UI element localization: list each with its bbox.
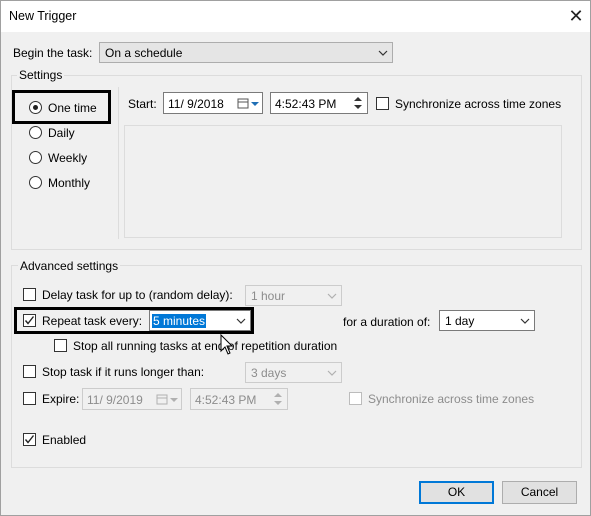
expire-time-value: 4:52:43 PM <box>195 393 257 407</box>
close-icon[interactable]: ✕ <box>567 7 585 25</box>
chevron-down-icon <box>327 293 337 299</box>
radio-daily[interactable] <box>29 126 42 139</box>
recurrence-details-panel <box>124 125 562 238</box>
expire-label: Expire: <box>42 392 80 406</box>
cancel-button[interactable]: Cancel <box>502 481 577 504</box>
delay-task-checkbox[interactable] <box>23 288 36 301</box>
duration-dropdown[interactable]: 1 day <box>439 310 535 331</box>
delay-task-label: Delay task for up to (random delay): <box>42 288 233 302</box>
sync-time-zones-label: Synchronize across time zones <box>395 97 562 111</box>
stop-if-longer-value: 3 days <box>251 366 287 380</box>
enabled-label: Enabled <box>42 433 87 447</box>
title-bar: New Trigger ✕ <box>1 1 590 32</box>
daily-label: Daily <box>48 126 75 140</box>
stop-all-tasks-checkbox[interactable] <box>54 339 67 352</box>
begin-task-value: On a schedule <box>105 46 183 60</box>
start-date-picker[interactable]: 11/ 9/2018 <box>163 92 263 114</box>
radio-monthly[interactable] <box>29 176 42 189</box>
expire-date-picker[interactable]: 11/ 9/2019 <box>82 388 182 410</box>
one-time-highlight-box <box>12 90 111 124</box>
stop-if-longer-checkbox[interactable] <box>23 365 36 378</box>
enabled-checkbox[interactable] <box>23 433 36 446</box>
delay-dropdown[interactable]: 1 hour <box>245 285 342 306</box>
window-title: New Trigger <box>9 9 77 23</box>
begin-task-label: Begin the task: <box>13 46 93 60</box>
ok-button[interactable]: OK <box>419 481 494 504</box>
start-date-value: 11/ 9/2018 <box>168 97 224 111</box>
start-time-spinner[interactable]: 4:52:43 PM <box>270 92 368 114</box>
weekly-label: Weekly <box>48 151 88 165</box>
repeat-task-highlight-box <box>14 307 254 334</box>
expire-checkbox[interactable] <box>23 392 36 405</box>
stop-if-longer-label: Stop task if it runs longer than: <box>42 365 205 379</box>
chevron-down-icon <box>378 50 388 56</box>
start-time-value: 4:52:43 PM <box>275 97 337 111</box>
begin-task-dropdown[interactable]: On a schedule <box>99 42 393 63</box>
monthly-label: Monthly <box>48 176 91 190</box>
expire-date-value: 11/ 9/2019 <box>87 393 143 407</box>
start-label: Start: <box>128 97 157 111</box>
spinner-arrows-icon <box>274 393 282 405</box>
advanced-settings-label: Advanced settings <box>18 259 121 273</box>
checkmark-icon <box>24 435 35 444</box>
chevron-down-icon <box>327 370 337 376</box>
delay-value: 1 hour <box>251 289 286 303</box>
duration-value: 1 day <box>445 314 475 328</box>
sync-time-zones-checkbox[interactable] <box>376 97 389 110</box>
chevron-down-icon <box>520 318 530 324</box>
mouse-cursor-icon <box>220 334 234 355</box>
duration-label: for a duration of: <box>343 315 431 329</box>
calendar-dropdown-icon <box>156 394 178 405</box>
settings-group-label: Settings <box>17 68 65 82</box>
radio-weekly[interactable] <box>29 151 42 164</box>
stop-if-longer-dropdown[interactable]: 3 days <box>245 362 342 383</box>
stop-all-tasks-label: Stop all running tasks at end of repetit… <box>73 339 338 353</box>
spinner-arrows-icon <box>354 97 362 109</box>
calendar-dropdown-icon <box>237 98 259 109</box>
expire-sync-checkbox[interactable] <box>349 392 362 405</box>
expire-sync-label: Synchronize across time zones <box>368 392 535 406</box>
expire-time-spinner[interactable]: 4:52:43 PM <box>190 388 288 410</box>
new-trigger-dialog: New Trigger ✕ Begin the task: On a sched… <box>0 0 591 516</box>
settings-divider <box>118 87 119 239</box>
